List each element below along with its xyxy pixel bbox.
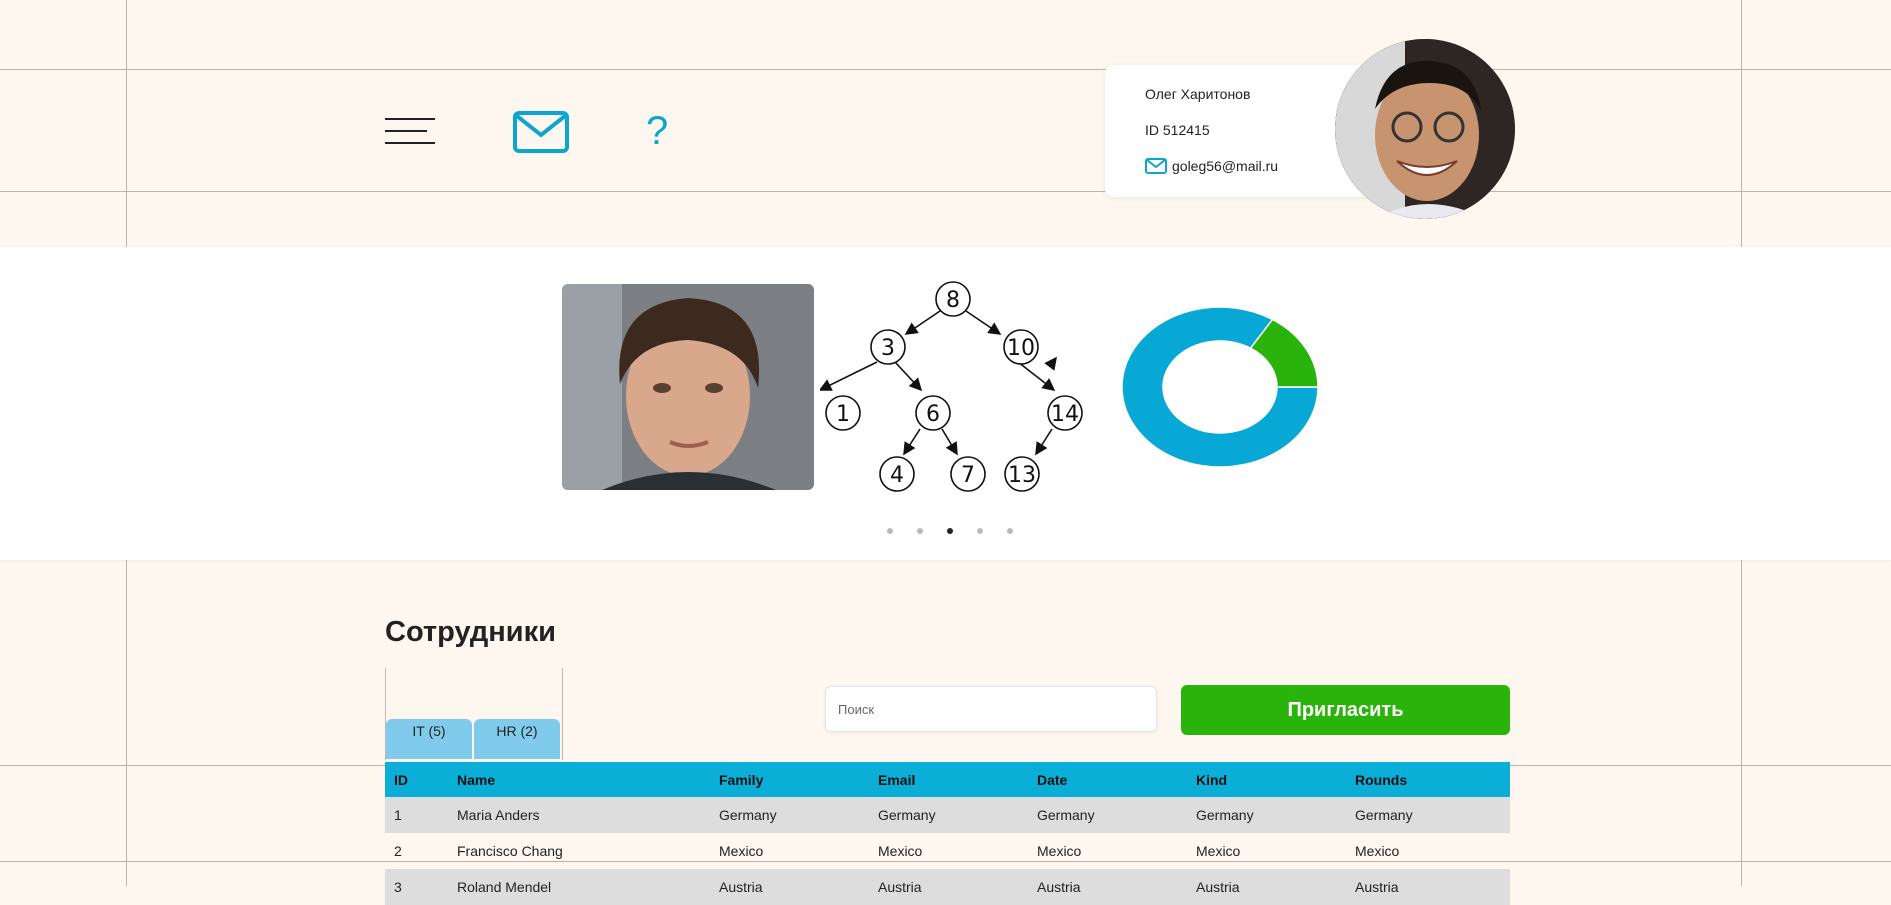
column-header[interactable]: Family <box>710 762 869 797</box>
table-row[interactable]: 1 Maria Anders Germany Germany Germany G… <box>385 797 1510 833</box>
carousel-dot[interactable] <box>1007 528 1013 534</box>
table-cell: Maria Anders <box>448 797 710 833</box>
user-email-row[interactable]: goleg56@mail.ru <box>1145 158 1278 174</box>
tree-node: 10 <box>1007 336 1035 361</box>
table-cell: Austria <box>1187 869 1346 905</box>
column-header[interactable]: Name <box>448 762 710 797</box>
table-row[interactable]: 3 Roland Mendel Austria Austria Austria … <box>385 869 1510 905</box>
mail-icon[interactable] <box>513 111 569 153</box>
column-header[interactable]: Email <box>869 762 1028 797</box>
table-cell: Germany <box>710 797 869 833</box>
table-cell: Germany <box>1346 797 1510 833</box>
table-cell: Austria <box>1028 869 1187 905</box>
table-cell: Austria <box>869 869 1028 905</box>
table-cell: 3 <box>385 869 448 905</box>
tree-node: 1 <box>836 402 850 427</box>
table-header-row: ID Name Family Email Date Kind Rounds <box>385 762 1510 797</box>
carousel-dot-active[interactable] <box>947 528 953 534</box>
table-cell: Francisco Chang <box>457 843 563 859</box>
table-cell: 1 <box>385 797 448 833</box>
tab-hr[interactable]: HR (2) <box>474 719 560 759</box>
table-cell: Austria <box>710 869 869 905</box>
employees-table: ID Name Family Email Date Kind Rounds 1 … <box>385 762 1510 905</box>
carousel-dot[interactable] <box>917 528 923 534</box>
table-cell: Roland Mendel <box>448 869 710 905</box>
section-title: Сотрудники <box>385 616 556 648</box>
tree-node: 14 <box>1051 402 1079 427</box>
hamburger-icon[interactable] <box>385 116 435 146</box>
user-email: goleg56@mail.ru <box>1172 158 1279 174</box>
tree-node: 3 <box>881 336 895 361</box>
table-cell: Mexico <box>1037 843 1082 859</box>
table-cell: Germany <box>869 797 1028 833</box>
table-cell: Mexico <box>1355 843 1400 859</box>
table-cell: Mexico <box>1196 843 1241 859</box>
column-header[interactable]: Date <box>1028 762 1187 797</box>
invite-button[interactable]: Пригласить <box>1181 685 1510 735</box>
tree-node: 7 <box>961 463 975 488</box>
search-input[interactable] <box>825 686 1157 732</box>
tree-node: 6 <box>926 402 940 427</box>
carousel-dot[interactable] <box>887 528 893 534</box>
user-name: Олег Харитонов <box>1145 86 1251 102</box>
column-header[interactable]: Kind <box>1187 762 1346 797</box>
column-header[interactable]: Rounds <box>1346 762 1510 797</box>
binary-tree-diagram: 8 3 10 1 6 14 4 7 13 <box>820 281 1083 492</box>
table-cell: Austria <box>1346 869 1510 905</box>
tree-node: 4 <box>890 463 904 488</box>
table-cell: 2 <box>394 843 402 859</box>
tree-node: 13 <box>1008 463 1036 488</box>
column-header[interactable]: ID <box>385 762 448 797</box>
tab-it[interactable]: IT (5) <box>386 719 472 759</box>
table-cell: Mexico <box>719 843 764 859</box>
donut-chart <box>1121 306 1319 468</box>
user-id: ID 512415 <box>1145 122 1210 138</box>
table-cell: Mexico <box>878 843 923 859</box>
tree-node: 8 <box>946 288 960 313</box>
grid-line <box>0 69 1891 70</box>
avatar[interactable] <box>1335 39 1515 219</box>
carousel-dot[interactable] <box>977 528 983 534</box>
help-icon[interactable]: ? <box>646 106 668 156</box>
mail-icon <box>1145 158 1167 174</box>
grid-line <box>0 191 1891 192</box>
table-row[interactable]: 2 Francisco Chang Mexico Mexico Mexico M… <box>385 833 1510 869</box>
table-cell: Germany <box>1028 797 1187 833</box>
table-cell: Germany <box>1187 797 1346 833</box>
carousel-photo <box>562 284 814 490</box>
